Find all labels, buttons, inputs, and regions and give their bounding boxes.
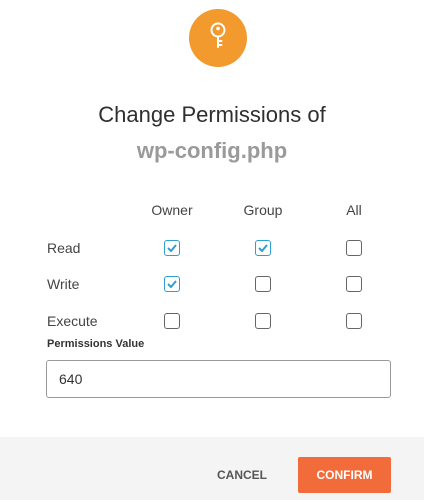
column-header-all: All bbox=[346, 202, 362, 218]
checkbox-read-owner[interactable] bbox=[164, 240, 180, 256]
checkbox-read-group[interactable] bbox=[255, 240, 271, 256]
check-icon bbox=[167, 244, 177, 252]
permissions-value-label: Permissions Value bbox=[47, 338, 145, 350]
cancel-button[interactable]: CANCEL bbox=[208, 457, 276, 493]
checkbox-execute-group[interactable] bbox=[255, 313, 271, 329]
row-label-execute: Execute bbox=[47, 313, 98, 329]
row-label-write: Write bbox=[47, 276, 80, 292]
checkbox-write-group[interactable] bbox=[255, 276, 271, 292]
key-icon bbox=[207, 22, 229, 55]
row-label-read: Read bbox=[47, 240, 81, 256]
checkbox-execute-owner[interactable] bbox=[164, 313, 180, 329]
checkbox-read-all[interactable] bbox=[346, 240, 362, 256]
dialog-footer: CANCEL CONFIRM bbox=[0, 437, 424, 500]
checkbox-execute-all[interactable] bbox=[346, 313, 362, 329]
dialog-title: Change Permissions of bbox=[98, 102, 326, 127]
check-icon bbox=[167, 280, 177, 288]
checkbox-write-owner[interactable] bbox=[164, 276, 180, 292]
permissions-value-input[interactable] bbox=[46, 360, 391, 398]
column-header-group: Group bbox=[243, 202, 283, 218]
key-badge bbox=[189, 9, 247, 67]
confirm-button[interactable]: CONFIRM bbox=[298, 457, 391, 493]
file-name: wp-config.php bbox=[136, 138, 288, 163]
column-header-owner: Owner bbox=[151, 202, 193, 218]
check-icon bbox=[258, 244, 268, 252]
checkbox-write-all[interactable] bbox=[346, 276, 362, 292]
